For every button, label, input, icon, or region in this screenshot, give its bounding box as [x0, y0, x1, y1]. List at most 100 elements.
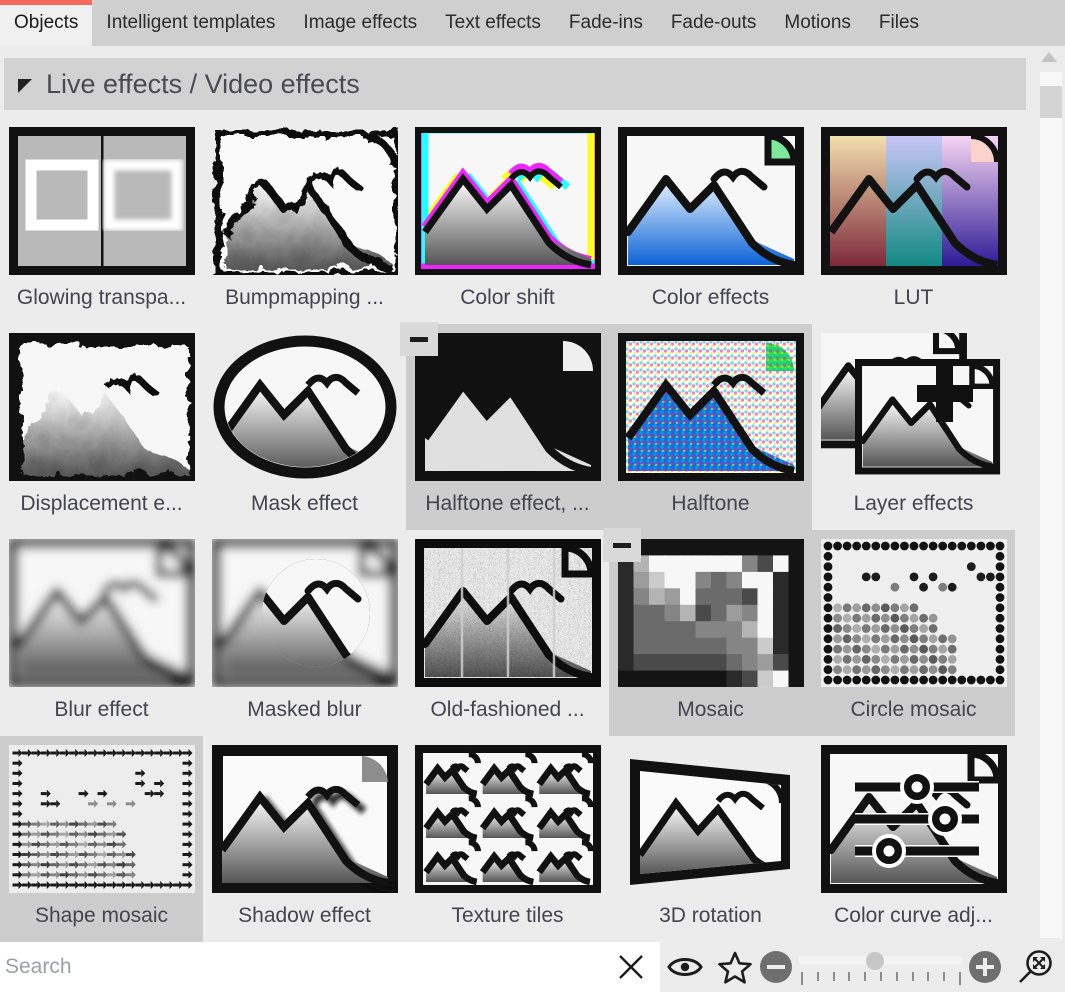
search-field-wrapper: [0, 942, 660, 992]
effect-label: Mosaic: [677, 698, 744, 721]
triangle-down-icon[interactable]: [18, 79, 32, 93]
effect-label: Halftone effect, ...: [425, 492, 590, 515]
clear-search-button[interactable]: [602, 942, 660, 992]
effect-label: Texture tiles: [451, 904, 564, 927]
effect-item[interactable]: Color effects: [609, 118, 812, 324]
tab-label: Motions: [784, 12, 851, 33]
fit-to-view-button[interactable]: [1010, 942, 1060, 992]
effect-thumbnail[interactable]: [617, 127, 804, 275]
effect-item[interactable]: Shape mosaic: [0, 736, 203, 942]
tab-label: Fade-ins: [568, 12, 643, 33]
effect-item[interactable]: Color shift: [406, 118, 609, 324]
effect-thumbnail[interactable]: [211, 539, 398, 687]
effect-item[interactable]: Mosaic: [603, 528, 812, 736]
minus-badge-icon[interactable]: [400, 322, 438, 356]
tab-objects[interactable]: Objects: [0, 0, 93, 46]
tab-files[interactable]: Files: [865, 0, 933, 46]
effect-label: Layer effects: [853, 492, 974, 515]
effect-thumbnail[interactable]: [8, 333, 195, 481]
effect-thumbnail[interactable]: [414, 539, 601, 687]
zoom-slider-knob[interactable]: [866, 952, 884, 970]
tab-text-effects[interactable]: Text effects: [431, 0, 555, 46]
tab-fade-outs[interactable]: Fade-outs: [657, 0, 771, 46]
effect-label: Color effects: [651, 286, 770, 309]
effect-item[interactable]: Circle mosaic: [812, 530, 1015, 736]
effect-thumbnail[interactable]: [8, 127, 195, 275]
triangle-up-icon[interactable]: [1041, 52, 1057, 62]
effect-item[interactable]: Halftone effect, ...: [400, 322, 609, 530]
section-header-live-effects[interactable]: Live effects / Video effects: [4, 58, 1026, 110]
effect-item[interactable]: LUT: [812, 118, 1015, 324]
plus-circle-icon[interactable]: [969, 951, 1001, 983]
tab-bar: Objects Intelligent templates Image effe…: [0, 0, 1065, 46]
section-title: Live effects / Video effects: [46, 68, 360, 99]
zoom-slider[interactable]: [798, 942, 963, 992]
magnifier-fit-icon: [1019, 950, 1052, 983]
effect-thumbnail[interactable]: [212, 333, 398, 481]
effect-thumbnail[interactable]: [211, 127, 398, 275]
effect-item[interactable]: Texture tiles: [406, 736, 609, 942]
effect-item[interactable]: Mask effect: [203, 324, 406, 530]
effect-thumbnail[interactable]: [617, 539, 804, 687]
effect-item[interactable]: Bumpmapping ...: [203, 118, 406, 324]
effect-label: Masked blur: [247, 698, 362, 721]
effect-label: Displacement e...: [20, 492, 183, 515]
effect-thumbnail[interactable]: [8, 539, 195, 687]
effect-thumbnail[interactable]: [820, 333, 1007, 481]
effect-thumbnail[interactable]: [617, 333, 804, 481]
effect-label: Blur effect: [54, 698, 149, 721]
tab-motions[interactable]: Motions: [770, 0, 865, 46]
effect-label: Mask effect: [251, 492, 358, 515]
effect-item[interactable]: Layer effects: [812, 324, 1015, 530]
effect-label: Glowing transpa...: [16, 286, 187, 309]
effect-thumbnail[interactable]: [8, 745, 195, 893]
minus-badge-icon[interactable]: [603, 528, 641, 562]
zoom-control: [760, 942, 1010, 992]
tab-intelligent-templates[interactable]: Intelligent templates: [92, 0, 289, 46]
effect-item[interactable]: Glowing transpa...: [0, 118, 203, 324]
effect-thumbnail[interactable]: [414, 333, 601, 481]
scrollbar-track[interactable]: [1040, 72, 1062, 938]
tab-label: Intelligent templates: [106, 12, 276, 33]
effect-label: LUT: [893, 286, 934, 309]
favorites-button[interactable]: [710, 942, 760, 992]
effect-item[interactable]: Color curve adj...: [812, 736, 1015, 942]
effect-item[interactable]: Halftone: [609, 324, 812, 530]
close-icon: [619, 955, 643, 979]
zoom-slider-ticks: [801, 972, 961, 986]
scrollbar-thumb[interactable]: [1040, 86, 1062, 118]
tab-label: Objects: [14, 12, 79, 33]
active-tab-accent-bar: [0, 0, 93, 5]
effect-item[interactable]: Displacement e...: [0, 324, 203, 530]
tab-fade-ins[interactable]: Fade-ins: [555, 0, 657, 46]
eye-icon: [667, 958, 703, 976]
effect-thumbnail[interactable]: [820, 127, 1007, 275]
minus-circle-icon[interactable]: [760, 951, 792, 983]
effect-label: Shadow effect: [238, 904, 371, 927]
effect-label: Shape mosaic: [34, 904, 169, 927]
effect-thumbnail[interactable]: [820, 539, 1007, 687]
tab-label: Fade-outs: [670, 12, 757, 33]
search-input[interactable]: [0, 943, 600, 991]
effect-thumbnail[interactable]: [820, 745, 1007, 893]
effect-label: Old-fashioned ...: [430, 698, 585, 721]
effect-item[interactable]: Old-fashioned ...: [406, 530, 609, 736]
effect-thumbnail[interactable]: [211, 745, 398, 893]
effect-thumbnail[interactable]: [618, 745, 804, 893]
star-icon: [718, 951, 752, 984]
tab-label: Image effects: [303, 12, 418, 33]
effect-item[interactable]: 3D rotation: [609, 736, 812, 942]
preview-toggle-button[interactable]: [660, 942, 710, 992]
effect-label: Color shift: [460, 286, 555, 309]
effect-thumbnail[interactable]: [414, 127, 601, 275]
effect-thumbnail[interactable]: [414, 745, 601, 893]
vertical-scrollbar[interactable]: [1032, 46, 1065, 942]
effect-item[interactable]: Blur effect: [0, 530, 203, 736]
effects-panel: Live effects / Video effects Glowing tra…: [0, 46, 1065, 942]
effect-label: Bumpmapping ...: [225, 286, 384, 309]
tab-image-effects[interactable]: Image effects: [289, 0, 431, 46]
effect-item[interactable]: Shadow effect: [203, 736, 406, 942]
effect-label: Color curve adj...: [834, 904, 993, 927]
tab-label: Files: [878, 12, 920, 33]
effect-item[interactable]: Masked blur: [203, 530, 406, 736]
